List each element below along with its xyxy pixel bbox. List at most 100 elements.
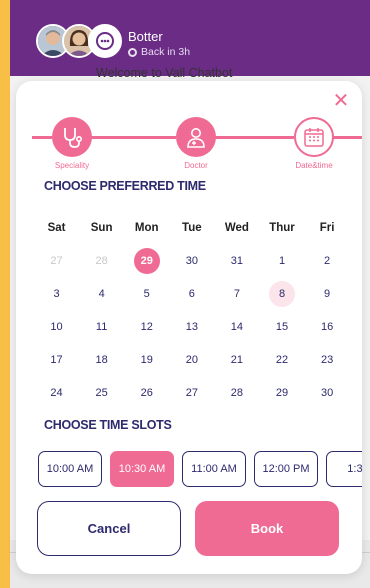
calendar-day[interactable]: 2 <box>305 244 350 277</box>
calendar-day-number: 17 <box>50 353 63 366</box>
cancel-button[interactable]: Cancel <box>37 501 181 556</box>
time-slot[interactable]: 1:30 <box>326 451 362 487</box>
step-datetime[interactable] <box>294 117 334 157</box>
appointment-modal: ✕ Speciality Doctor Date&time CHOOSE PRE… <box>16 81 362 574</box>
calendar-day-number: 3 <box>53 287 60 300</box>
calendar-day-number: 15 <box>275 320 289 333</box>
calendar-day[interactable]: 23 <box>305 343 350 376</box>
calendar-day[interactable]: 13 <box>169 310 214 343</box>
calendar-day[interactable]: 15 <box>259 310 304 343</box>
calendar-day[interactable]: 27 <box>169 376 214 409</box>
calendar-day-number: 4 <box>98 287 105 300</box>
calendar-day-number: 26 <box>140 386 153 399</box>
calendar-day-number: 30 <box>320 386 334 399</box>
time-slot[interactable]: 10:00 AM <box>38 451 102 487</box>
calendar-day[interactable]: 11 <box>79 310 124 343</box>
calendar-day[interactable]: 18 <box>79 343 124 376</box>
calendar-day-number: 28 <box>95 254 108 267</box>
step-doctor[interactable] <box>176 117 216 157</box>
calendar-week: 17 18 19 20 21 22 23 <box>34 343 350 376</box>
calendar-day-number: 27 <box>50 254 63 267</box>
booking-stepper: Speciality Doctor Date&time <box>16 117 362 177</box>
calendar-day[interactable]: 1 <box>259 244 304 277</box>
close-icon[interactable]: ✕ <box>330 91 352 113</box>
status-dot-icon <box>128 47 137 57</box>
time-slot-selected[interactable]: 10:30 AM <box>110 451 174 487</box>
weekday-label: Fri <box>319 221 335 234</box>
calendar-day-number: 29 <box>133 247 160 274</box>
calendar-day[interactable]: 14 <box>214 310 259 343</box>
status-text: Back in 3h <box>141 46 191 58</box>
stethoscope-icon <box>64 128 82 148</box>
calendar-day-number: 5 <box>143 287 150 300</box>
bot-name: Botter <box>128 29 163 44</box>
calendar-week: 10 11 12 13 14 15 16 <box>34 310 350 343</box>
weekday-label: Thur <box>269 221 295 234</box>
calendar-day[interactable]: 6 <box>169 277 214 310</box>
weekday-header: Sat Sun Mon Tue Wed Thur Fri <box>34 211 350 244</box>
chat-header: Botter Back in 3h <box>10 0 370 76</box>
calendar-day[interactable]: 9 <box>305 277 350 310</box>
stepper-line <box>214 136 294 139</box>
calendar-day-number: 18 <box>95 353 108 366</box>
calendar-day[interactable]: 30 <box>305 376 350 409</box>
calendar-day-number: 16 <box>320 320 334 333</box>
calendar-icon <box>304 128 324 147</box>
step-speciality[interactable] <box>52 117 92 157</box>
calendar-day[interactable]: 20 <box>169 343 214 376</box>
calendar-day[interactable]: 16 <box>305 310 350 343</box>
step-label-doctor: Doctor <box>184 161 208 170</box>
calendar-day-number: 13 <box>185 320 198 333</box>
calendar-day[interactable]: 4 <box>79 277 124 310</box>
calendar-day-number: 30 <box>185 254 198 267</box>
calendar-week: 24 25 26 27 28 29 30 <box>34 376 350 409</box>
calendar-day-number: 21 <box>230 353 244 366</box>
calendar-day[interactable]: 26 <box>124 376 169 409</box>
calendar-day[interactable]: 28 <box>214 376 259 409</box>
step-label-datetime: Date&time <box>295 161 333 170</box>
calendar-day[interactable]: 8 <box>259 277 304 310</box>
calendar-day-number: 31 <box>230 254 244 267</box>
stepper-line <box>90 136 176 139</box>
calendar-day-selected[interactable]: 29 <box>124 244 169 277</box>
calendar-day-number: 7 <box>233 287 240 300</box>
time-slot-list[interactable]: 10:00 AM10:30 AM11:00 AM12:00 PM1:30 <box>38 451 362 489</box>
calendar-day[interactable]: 10 <box>34 310 79 343</box>
calendar-day[interactable]: 25 <box>79 376 124 409</box>
time-slots-title: CHOOSE TIME SLOTS <box>44 418 172 432</box>
calendar-day-number: 28 <box>230 386 244 399</box>
calendar-day[interactable]: 5 <box>124 277 169 310</box>
calendar-day-number: 14 <box>230 320 244 333</box>
weekday-label: Wed <box>224 221 249 234</box>
calendar-day-number: 9 <box>324 287 331 300</box>
calendar-day[interactable]: 21 <box>214 343 259 376</box>
calendar-day-number: 24 <box>50 386 63 399</box>
welcome-message: Welcome to Vall Chatbot <box>96 66 233 80</box>
time-slot[interactable]: 11:00 AM <box>182 451 246 487</box>
calendar-day-number: 19 <box>140 353 153 366</box>
calendar-day-number: 1 <box>278 254 286 267</box>
calendar-day[interactable]: 17 <box>34 343 79 376</box>
calendar-day-number: 29 <box>275 386 289 399</box>
calendar-day-number: 2 <box>324 254 331 267</box>
calendar-day[interactable]: 30 <box>169 244 214 277</box>
calendar-day: 27 <box>34 244 79 277</box>
bot-avatar <box>88 24 122 58</box>
calendar-day[interactable]: 24 <box>34 376 79 409</box>
calendar: Sat Sun Mon Tue Wed Thur Fri 27 28 29 30 31 1 2 3 4 5 6 7… <box>34 211 350 409</box>
calendar-day-number: 12 <box>140 320 153 333</box>
calendar-day-number: 6 <box>188 287 195 300</box>
calendar-day[interactable]: 22 <box>259 343 304 376</box>
book-button[interactable]: Book <box>195 501 339 556</box>
calendar-day[interactable]: 19 <box>124 343 169 376</box>
calendar-day[interactable]: 7 <box>214 277 259 310</box>
calendar-day[interactable]: 12 <box>124 310 169 343</box>
calendar-day-number: 23 <box>320 353 334 366</box>
calendar-day[interactable]: 29 <box>259 376 304 409</box>
calendar-day[interactable]: 3 <box>34 277 79 310</box>
calendar-day[interactable]: 31 <box>214 244 259 277</box>
bot-status: Back in 3h <box>128 46 190 58</box>
time-slot[interactable]: 12:00 PM <box>254 451 318 487</box>
calendar-day-number: 25 <box>95 386 108 399</box>
calendar-day-number: 10 <box>50 320 63 333</box>
